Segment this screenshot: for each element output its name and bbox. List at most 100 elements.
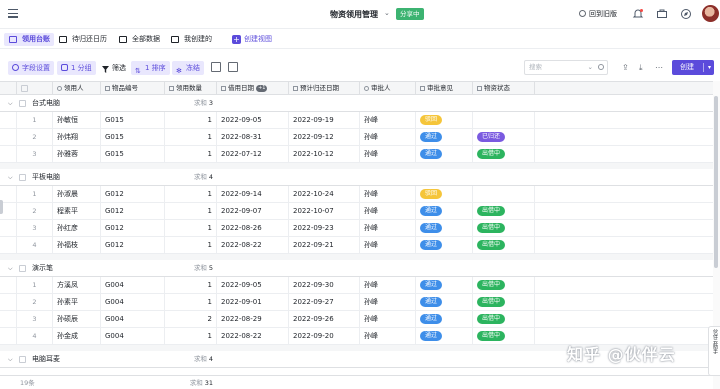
cell-code[interactable]: G015 bbox=[101, 129, 165, 145]
cell-person[interactable]: 程素平 bbox=[53, 203, 101, 219]
cell-borrow[interactable]: 2022-09-07 bbox=[217, 203, 289, 219]
cell-due[interactable]: 2022-09-20 bbox=[289, 328, 360, 344]
table-row[interactable]: 3 孙雅蓉 G015 1 2022-07-12 2022-10-12 孙峰 通过 出借中 bbox=[0, 146, 713, 163]
cell-code[interactable]: G012 bbox=[101, 186, 165, 202]
column-header-item-status[interactable]: 物资状态 bbox=[473, 82, 535, 95]
cell-opinion[interactable]: 通过 bbox=[416, 311, 473, 327]
filter-button[interactable]: 筛选 bbox=[98, 61, 130, 75]
sort-button[interactable]: ⇅ 1 排序 bbox=[131, 61, 170, 75]
group-header-row[interactable]: ⌵ 台式电脑 求和 3 bbox=[0, 95, 713, 112]
chevron-down-icon[interactable]: ⌵ bbox=[8, 169, 13, 186]
cell-code[interactable]: G012 bbox=[101, 237, 165, 253]
cell-due[interactable]: 2022-09-12 bbox=[289, 129, 360, 145]
tab-view-all-data[interactable]: 全部数据 bbox=[114, 33, 164, 46]
menu-icon[interactable] bbox=[8, 9, 18, 18]
cell-person[interactable]: 孙炜翔 bbox=[53, 129, 101, 145]
tab-view-my-created[interactable]: 我创建的 bbox=[166, 33, 216, 46]
cell-code[interactable]: G004 bbox=[101, 328, 165, 344]
cell-n[interactable]: 4 bbox=[17, 328, 53, 344]
cell-code[interactable]: G015 bbox=[101, 146, 165, 162]
cell-code[interactable]: G015 bbox=[101, 112, 165, 128]
cell-code[interactable]: G012 bbox=[101, 203, 165, 219]
cell-person[interactable]: 孙雅蓉 bbox=[53, 146, 101, 162]
cell-opinion[interactable]: 通过 bbox=[416, 328, 473, 344]
cell-status[interactable]: 出借中 bbox=[473, 203, 535, 219]
cell-borrow[interactable]: 2022-09-05 bbox=[217, 277, 289, 293]
cell-qty[interactable]: 2 bbox=[165, 311, 217, 327]
cell-code[interactable]: G012 bbox=[101, 220, 165, 236]
cell-status[interactable] bbox=[473, 186, 535, 202]
cell-n[interactable]: 3 bbox=[17, 146, 53, 162]
cell-due[interactable]: 2022-09-19 bbox=[289, 112, 360, 128]
chevron-down-icon[interactable]: ⌄ bbox=[588, 61, 593, 74]
group-button[interactable]: 1 分组 bbox=[57, 61, 96, 75]
cell-qty[interactable]: 1 bbox=[165, 203, 217, 219]
chevron-down-icon[interactable]: ⌵ bbox=[8, 351, 13, 368]
cell-n[interactable]: 1 bbox=[17, 112, 53, 128]
cell-borrow[interactable]: 2022-09-05 bbox=[217, 112, 289, 128]
search-input[interactable]: 搜索 ⌄ bbox=[524, 60, 608, 75]
cell-due[interactable]: 2022-09-27 bbox=[289, 294, 360, 310]
chevron-down-icon[interactable]: ▾ bbox=[708, 60, 711, 75]
cell-qty[interactable]: 1 bbox=[165, 112, 217, 128]
table-row[interactable]: 2 程素平 G012 1 2022-09-07 2022-10-07 孙峰 通过 出借中 bbox=[0, 203, 713, 220]
tab-view-ledger[interactable]: 领用台账 bbox=[4, 33, 54, 46]
group-checkbox[interactable] bbox=[19, 100, 26, 107]
cell-opinion[interactable]: 通过 bbox=[416, 220, 473, 236]
table-row[interactable]: 1 孙淑晨 G012 1 2022-09-14 2022-10-24 孙峰 驳回 bbox=[0, 186, 713, 203]
cell-opinion[interactable]: 通过 bbox=[416, 237, 473, 253]
cell-qty[interactable]: 1 bbox=[165, 237, 217, 253]
group-header-row[interactable]: ⌵ 平板电脑 求和 4 bbox=[0, 169, 713, 186]
cell-qty[interactable]: 1 bbox=[165, 220, 217, 236]
table-row[interactable]: 3 孙硕辰 G004 2 2022-08-29 2022-09-26 孙峰 通过 出借中 bbox=[0, 311, 713, 328]
column-header-item-code[interactable]: 物品编号 bbox=[101, 82, 165, 95]
column-header-quantity[interactable]: 领用数量 bbox=[165, 82, 217, 95]
group-checkbox[interactable] bbox=[19, 356, 26, 363]
freeze-button[interactable]: ✻ 冻结 bbox=[172, 61, 204, 75]
column-header-borrower[interactable]: 领用人 bbox=[53, 82, 101, 95]
briefcase-icon[interactable] bbox=[656, 8, 668, 20]
sidebar-resize-handle[interactable] bbox=[0, 200, 3, 214]
tab-view-return-calendar[interactable]: 待归还日历 bbox=[54, 33, 111, 46]
compass-icon[interactable] bbox=[680, 8, 692, 20]
cell-due[interactable]: 2022-09-26 bbox=[289, 311, 360, 327]
cell-approver[interactable]: 孙峰 bbox=[360, 112, 416, 128]
table-row[interactable]: 2 孙炜翔 G015 1 2022-08-31 2022-09-12 孙峰 通过 已归还 bbox=[0, 129, 713, 146]
group-checkbox[interactable] bbox=[19, 174, 26, 181]
cell-n[interactable]: 2 bbox=[17, 294, 53, 310]
cell-person[interactable]: 孙红彦 bbox=[53, 220, 101, 236]
cell-status[interactable]: 已归还 bbox=[473, 129, 535, 145]
cell-person[interactable]: 孙淑晨 bbox=[53, 186, 101, 202]
cell-due[interactable]: 2022-10-07 bbox=[289, 203, 360, 219]
vertical-scrollbar-thumb[interactable] bbox=[714, 96, 718, 268]
cell-approver[interactable]: 孙峰 bbox=[360, 277, 416, 293]
cell-approver[interactable]: 孙峰 bbox=[360, 237, 416, 253]
cell-qty[interactable]: 1 bbox=[165, 294, 217, 310]
bell-icon[interactable] bbox=[632, 8, 644, 20]
field-settings-button[interactable]: 字段设置 bbox=[8, 61, 54, 75]
cell-n[interactable]: 3 bbox=[17, 311, 53, 327]
cell-due[interactable]: 2022-09-30 bbox=[289, 277, 360, 293]
group-checkbox[interactable] bbox=[19, 265, 26, 272]
cell-n[interactable]: 4 bbox=[17, 237, 53, 253]
upload-icon[interactable]: ⇪ bbox=[622, 63, 629, 72]
cell-opinion[interactable]: 通过 bbox=[416, 146, 473, 162]
search-icon[interactable] bbox=[598, 64, 604, 70]
chevron-down-icon[interactable]: ⌵ bbox=[8, 260, 13, 277]
cell-approver[interactable]: 孙峰 bbox=[360, 129, 416, 145]
cell-status[interactable]: 出借中 bbox=[473, 294, 535, 310]
cell-status[interactable]: 出借中 bbox=[473, 237, 535, 253]
cell-status[interactable]: 出借中 bbox=[473, 311, 535, 327]
cell-code[interactable]: G004 bbox=[101, 277, 165, 293]
cell-person[interactable]: 方溪凤 bbox=[53, 277, 101, 293]
cell-borrow[interactable]: 2022-08-31 bbox=[217, 129, 289, 145]
cell-due[interactable]: 2022-10-12 bbox=[289, 146, 360, 162]
cell-code[interactable]: G004 bbox=[101, 311, 165, 327]
cell-approver[interactable]: 孙峰 bbox=[360, 186, 416, 202]
cell-due[interactable]: 2022-09-21 bbox=[289, 237, 360, 253]
create-view-button[interactable]: + 创建视图 bbox=[232, 33, 272, 46]
cell-person[interactable]: 孙福枝 bbox=[53, 237, 101, 253]
cell-opinion[interactable]: 通过 bbox=[416, 277, 473, 293]
cell-approver[interactable]: 孙峰 bbox=[360, 203, 416, 219]
column-header-approver[interactable]: 审批人 bbox=[360, 82, 416, 95]
